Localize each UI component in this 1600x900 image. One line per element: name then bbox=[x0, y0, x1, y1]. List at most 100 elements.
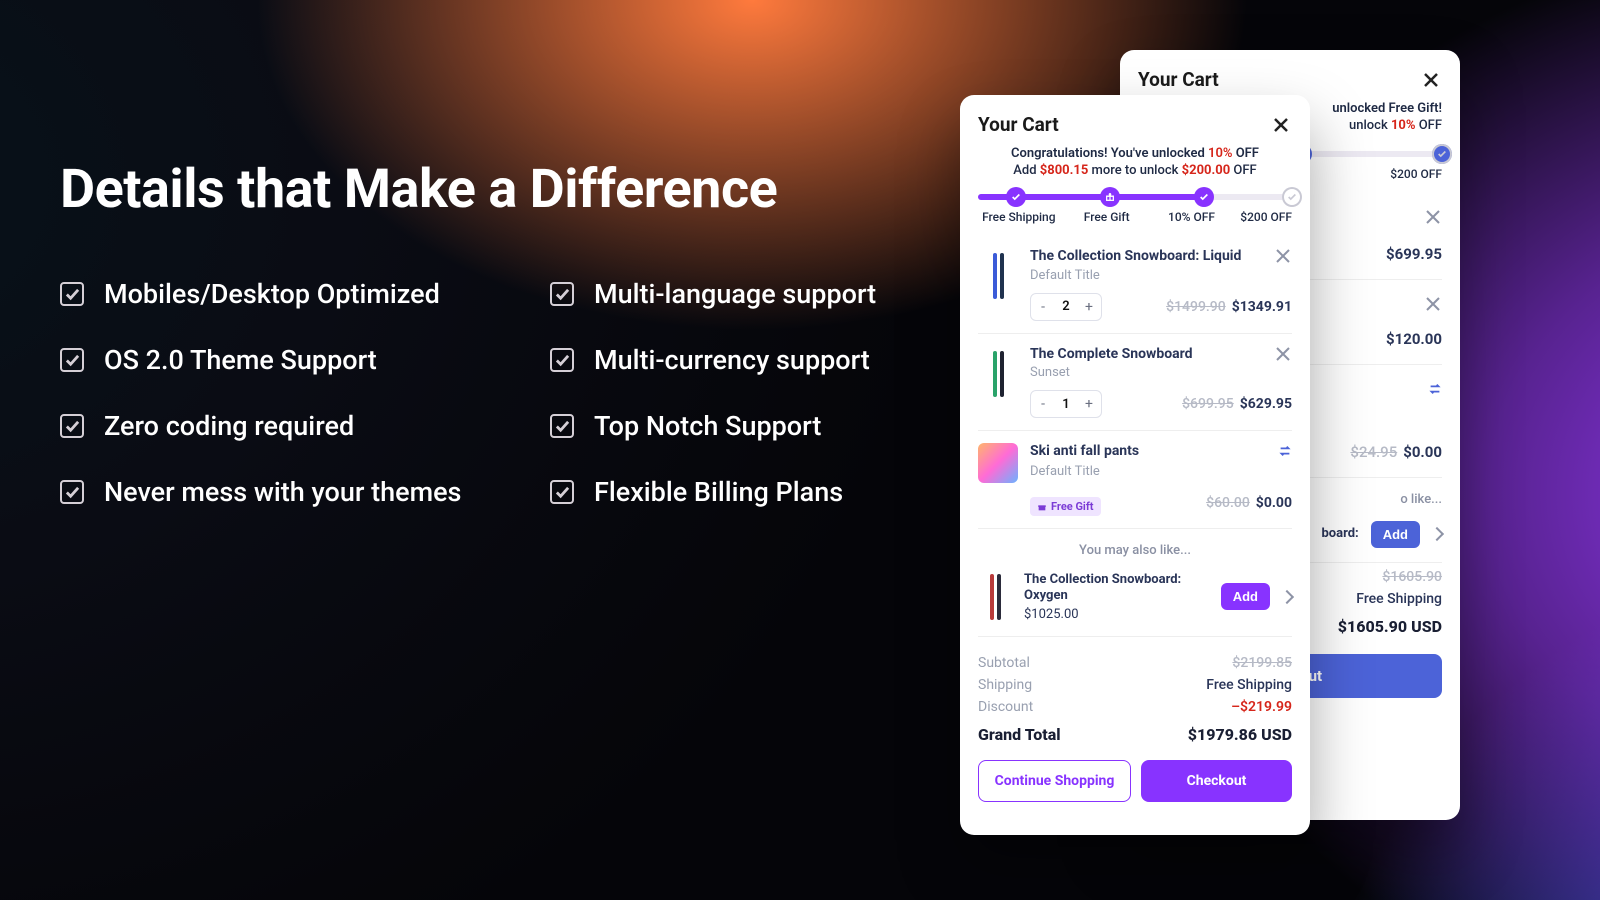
check-icon bbox=[60, 282, 84, 306]
remove-item-icon[interactable] bbox=[1426, 296, 1442, 312]
item-price: $699.95 bbox=[1386, 245, 1442, 263]
remove-item-icon[interactable] bbox=[1426, 209, 1442, 225]
feature-item: Multi-language support bbox=[550, 278, 930, 310]
qty-value: 2 bbox=[1055, 299, 1077, 314]
feature-item: Multi-currency support bbox=[550, 344, 930, 376]
swap-icon[interactable] bbox=[1278, 443, 1292, 462]
close-icon[interactable] bbox=[1270, 114, 1292, 136]
feature-label: OS 2.0 Theme Support bbox=[104, 344, 377, 376]
product-thumb bbox=[978, 346, 1018, 402]
check-icon bbox=[60, 414, 84, 438]
cart-item: The Collection Snowboard: Liquid Default… bbox=[978, 236, 1292, 334]
item-price: $629.95 bbox=[1240, 396, 1292, 412]
item-variant: Sunset bbox=[1030, 365, 1292, 380]
subtotal-value: $2199.85 bbox=[1232, 655, 1292, 671]
quantity-stepper[interactable]: - 1 + bbox=[1030, 390, 1102, 418]
quantity-stepper[interactable]: - 2 + bbox=[1030, 293, 1102, 321]
item-title: The Complete Snowboard bbox=[1030, 346, 1192, 364]
add-button[interactable]: Add bbox=[1371, 521, 1420, 548]
chevron-right-icon[interactable] bbox=[1280, 590, 1294, 604]
continue-shopping-button[interactable]: Continue Shopping bbox=[978, 760, 1131, 802]
shipping-value: Free Shipping bbox=[1356, 591, 1442, 607]
feature-item: OS 2.0 Theme Support bbox=[60, 344, 520, 376]
remove-item-icon[interactable] bbox=[1276, 346, 1292, 362]
milestone-tick bbox=[1282, 187, 1302, 207]
product-thumb bbox=[978, 443, 1018, 483]
item-strike: $1499.90 bbox=[1166, 299, 1226, 315]
recommend-item: The Collection Snowboard: Oxygen $1025.0… bbox=[978, 568, 1292, 637]
feature-item: Top Notch Support bbox=[550, 410, 930, 442]
feature-label: Never mess with your themes bbox=[104, 476, 461, 508]
shipping-label: Shipping bbox=[978, 677, 1032, 693]
feature-label: Multi-currency support bbox=[594, 344, 870, 376]
item-price: $1349.91 bbox=[1232, 299, 1292, 315]
feature-label: Mobiles/Desktop Optimized bbox=[104, 278, 440, 310]
cart-panel-front: Your Cart Congratulations! You've unlock… bbox=[960, 95, 1310, 835]
cart-item-gift: Ski anti fall pants Default Title Free G… bbox=[978, 431, 1292, 529]
product-thumb bbox=[978, 248, 1018, 304]
reco-title: The Collection Snowboard: Oxygen bbox=[1024, 572, 1209, 605]
item-price: $0.00 bbox=[1403, 443, 1442, 461]
item-variant: Default Title bbox=[1030, 268, 1292, 283]
feature-grid: Mobiles/Desktop Optimized Multi-language… bbox=[60, 278, 930, 508]
milestone-tick bbox=[1006, 187, 1026, 207]
check-icon bbox=[60, 480, 84, 504]
chevron-right-icon[interactable] bbox=[1430, 527, 1444, 541]
subtotal-strike: $1605.90 bbox=[1382, 569, 1442, 585]
cart-item: The Complete Snowboard Sunset - 1 + $699… bbox=[978, 334, 1292, 432]
promo-line: Congratulations! You've unlocked 10% OFF bbox=[978, 146, 1292, 161]
headline: Details that Make a Difference bbox=[60, 158, 777, 221]
item-title: The Collection Snowboard: Liquid bbox=[1030, 248, 1241, 266]
recommend-heading: You may also like... bbox=[978, 543, 1292, 558]
qty-minus[interactable]: - bbox=[1031, 396, 1055, 412]
grand-total: $1605.90 USD bbox=[1338, 617, 1442, 636]
feature-item: Never mess with your themes bbox=[60, 476, 520, 508]
milestone-tick-gift bbox=[1100, 187, 1120, 207]
check-icon bbox=[550, 480, 574, 504]
qty-minus[interactable]: - bbox=[1031, 299, 1055, 315]
reward-progress bbox=[978, 194, 1292, 200]
item-title: Ski anti fall pants bbox=[1030, 443, 1139, 461]
check-icon bbox=[60, 348, 84, 372]
discount-value: –$219.99 bbox=[1231, 699, 1292, 715]
discount-label: Discount bbox=[978, 699, 1033, 715]
free-gift-badge: Free Gift bbox=[1030, 497, 1101, 516]
product-thumb bbox=[978, 573, 1012, 621]
promo-line-2: Add $800.15 more to unlock $200.00 OFF bbox=[978, 163, 1292, 178]
checkout-button[interactable]: Checkout bbox=[1141, 760, 1292, 802]
grand-total: $1979.86 USD bbox=[1188, 725, 1292, 744]
check-icon bbox=[550, 348, 574, 372]
reco-price: $1025.00 bbox=[1024, 607, 1209, 622]
milestone-tick bbox=[1194, 187, 1214, 207]
feature-item: Mobiles/Desktop Optimized bbox=[60, 278, 520, 310]
item-price: $0.00 bbox=[1256, 495, 1292, 511]
milestone-tick bbox=[1432, 144, 1452, 164]
remove-item-icon[interactable] bbox=[1276, 248, 1292, 264]
item-strike: $60.00 bbox=[1206, 495, 1250, 511]
feature-label: Flexible Billing Plans bbox=[594, 476, 843, 508]
qty-value: 1 bbox=[1055, 397, 1077, 412]
check-icon bbox=[550, 414, 574, 438]
subtotal-label: Subtotal bbox=[978, 655, 1030, 671]
swap-icon[interactable] bbox=[1428, 381, 1442, 400]
feature-item: Zero coding required bbox=[60, 410, 520, 442]
totals: Subtotal $2199.85 Shipping Free Shipping D… bbox=[978, 649, 1292, 744]
qty-plus[interactable]: + bbox=[1077, 396, 1101, 412]
item-strike: $24.95 bbox=[1350, 443, 1397, 461]
cart-title: Your Cart bbox=[1138, 68, 1219, 91]
feature-label: Top Notch Support bbox=[594, 410, 821, 442]
add-button[interactable]: Add bbox=[1221, 583, 1270, 610]
item-strike: $699.95 bbox=[1182, 396, 1234, 412]
item-variant: Default Title bbox=[1030, 464, 1292, 479]
qty-plus[interactable]: + bbox=[1077, 299, 1101, 315]
milestone-labels: Free Shipping Free Gift 10% OFF $200 OFF bbox=[978, 210, 1292, 224]
feature-label: Zero coding required bbox=[104, 410, 354, 442]
grand-label: Grand Total bbox=[978, 725, 1061, 744]
check-icon bbox=[550, 282, 574, 306]
feature-label: Multi-language support bbox=[594, 278, 876, 310]
cart-title: Your Cart bbox=[978, 113, 1059, 136]
item-price: $120.00 bbox=[1386, 330, 1442, 348]
close-icon[interactable] bbox=[1420, 69, 1442, 91]
feature-item: Flexible Billing Plans bbox=[550, 476, 930, 508]
shipping-value: Free Shipping bbox=[1206, 677, 1292, 693]
